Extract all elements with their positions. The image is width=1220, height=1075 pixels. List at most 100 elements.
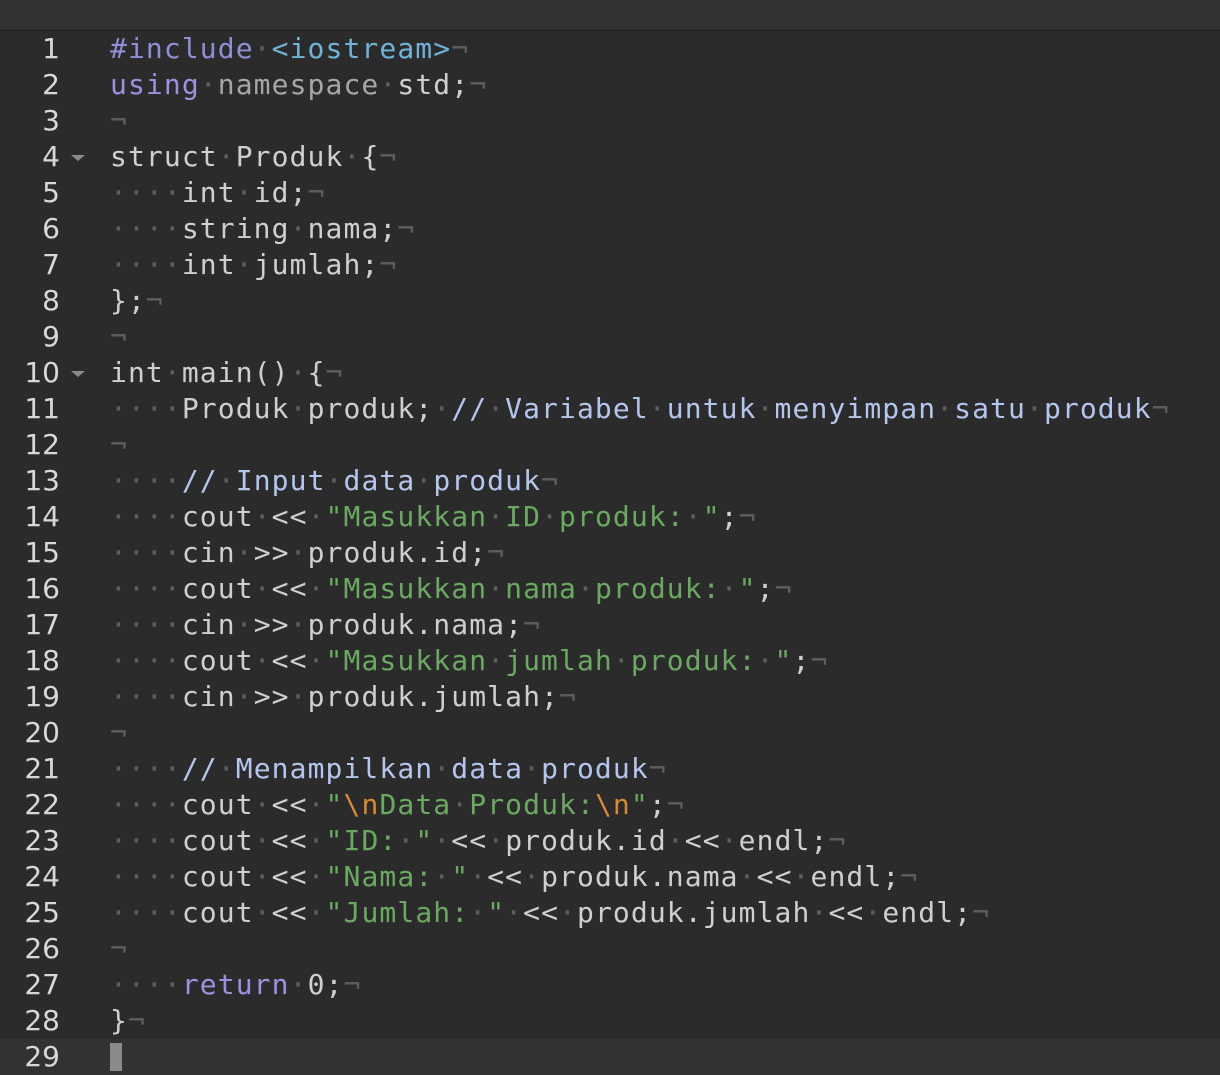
code-token: " (487, 896, 506, 929)
code-text[interactable]: }¬ (110, 1003, 146, 1039)
whitespace-marker: · (253, 572, 272, 605)
code-text[interactable]: ····cout·<<·"Nama:·"·<<·produk.nama·<<·e… (110, 859, 918, 895)
code-line[interactable]: 20 ¬ (0, 715, 1220, 751)
fold-arrow-icon[interactable] (71, 371, 85, 377)
code-token: int (181, 248, 236, 281)
whitespace-marker: · (487, 824, 506, 857)
code-line[interactable]: 14 ····cout·<<·"Masukkan·ID·produk:·";¬ (0, 499, 1220, 535)
code-line[interactable]: 3 ¬ (0, 103, 1220, 139)
code-line[interactable]: 25 ····cout·<<·"Jumlah:·"·<<·produk.jumla… (0, 895, 1220, 931)
code-text[interactable]: ····return·0;¬ (110, 967, 361, 1003)
whitespace-marker: ···· (110, 680, 182, 713)
code-line[interactable]: 16 ····cout·<<·"Masukkan·nama·produk:·";¬ (0, 571, 1220, 607)
code-text[interactable]: };¬ (110, 283, 164, 319)
code-line[interactable]: 12 ¬ (0, 427, 1220, 463)
code-line[interactable]: 2 using·namespace·std;¬ (0, 67, 1220, 103)
code-line[interactable]: 19 ····cin·>>·produk.jumlah;¬ (0, 679, 1220, 715)
whitespace-marker: · (307, 896, 326, 929)
code-text[interactable]: ····cin·>>·produk.jumlah;¬ (110, 679, 577, 715)
code-line[interactable]: 29 (0, 1039, 1220, 1075)
code-line[interactable]: 23 ····cout·<<·"ID:·"·<<·produk.id·<<·end… (0, 823, 1220, 859)
code-text[interactable]: using·namespace·std;¬ (110, 67, 487, 103)
whitespace-marker: ¬ (900, 860, 919, 893)
line-number: 3 (42, 104, 60, 137)
code-text[interactable]: #include·<iostream>¬ (110, 31, 469, 67)
code-token: int (181, 176, 236, 209)
whitespace-marker: ···· (110, 752, 182, 785)
code-text[interactable]: ····int·id;¬ (110, 175, 326, 211)
code-text[interactable]: ····int·jumlah;¬ (110, 247, 397, 283)
whitespace-marker: · (235, 680, 254, 713)
code-text[interactable]: ¬ (110, 319, 128, 355)
code-token: ; (720, 500, 739, 533)
whitespace-marker: ¬ (558, 680, 577, 713)
code-text[interactable]: ····//·Input·data·produk¬ (110, 463, 559, 499)
code-text[interactable]: ¬ (110, 427, 128, 463)
code-line[interactable]: 13 ····//·Input·data·produk¬ (0, 463, 1220, 499)
code-line[interactable]: 27 ····return·0;¬ (0, 967, 1220, 1003)
whitespace-marker: · (289, 536, 308, 569)
whitespace-marker: · (217, 464, 236, 497)
code-line[interactable]: 24 ····cout·<<·"Nama:·"·<<·produk.nama·<<… (0, 859, 1220, 895)
whitespace-marker: · (289, 968, 308, 1001)
code-token: string (181, 212, 290, 245)
whitespace-marker: ···· (110, 176, 182, 209)
code-line[interactable]: 15 ····cin·>>·produk.id;¬ (0, 535, 1220, 571)
code-token: cin (181, 608, 236, 641)
code-line[interactable]: 7 ····int·jumlah;¬ (0, 247, 1220, 283)
code-text[interactable]: ····string·nama;¬ (110, 211, 415, 247)
code-text[interactable]: struct·Produk·{¬ (110, 139, 397, 175)
code-line[interactable]: 18 ····cout·<<·"Masukkan·jumlah·produk:·"… (0, 643, 1220, 679)
code-text[interactable]: ····cout·<<·"Masukkan·ID·produk:·";¬ (110, 499, 757, 535)
whitespace-marker: ¬ (541, 464, 560, 497)
code-line[interactable]: 26 ¬ (0, 931, 1220, 967)
code-text[interactable]: int·main()·{¬ (110, 355, 344, 391)
code-text[interactable]: ····//·Menampilkan·data·produk¬ (110, 751, 667, 787)
code-line[interactable]: 9 ¬ (0, 319, 1220, 355)
fold-arrow-icon[interactable] (71, 155, 85, 161)
code-token: cout (181, 860, 254, 893)
code-token: cout (181, 824, 254, 857)
code-text[interactable]: ····cin·>>·produk.id;¬ (110, 535, 505, 571)
whitespace-marker: · (289, 392, 308, 425)
whitespace-marker: · (289, 680, 308, 713)
code-token: produk.jumlah (577, 896, 811, 929)
code-line[interactable]: 6 ····string·nama;¬ (0, 211, 1220, 247)
code-token: nama; (307, 212, 398, 245)
code-text[interactable]: ····cout·<<·"Masukkan·jumlah·produk:·";¬ (110, 643, 828, 679)
code-text[interactable]: ····cout·<<·"Jumlah:·"·<<·produk.jumlah·… (110, 895, 990, 931)
code-line[interactable]: 8};¬ (0, 283, 1220, 319)
code-line[interactable]: 21 ····//·Menampilkan·data·produk¬ (0, 751, 1220, 787)
code-line[interactable]: 22 ····cout·<<·"\nData·Produk:\n";¬ (0, 787, 1220, 823)
whitespace-marker: · (307, 644, 326, 677)
code-line[interactable]: 4 struct·Produk·{¬ (0, 139, 1220, 175)
whitespace-marker: · (289, 356, 308, 389)
code-line[interactable]: 17 ····cin·>>·produk.nama;¬ (0, 607, 1220, 643)
code-token: Produk (181, 392, 290, 425)
code-editor[interactable]: 1 #include·<iostream>¬ 2 using·namespace·st… (0, 31, 1220, 1075)
code-text[interactable]: ¬ (110, 103, 128, 139)
whitespace-marker: ¬ (648, 752, 667, 785)
code-token: Input (235, 464, 326, 497)
code-line[interactable]: 28}¬ (0, 1003, 1220, 1039)
code-text[interactable]: ····cout·<<·"ID:·"·<<·produk.id·<<·endl;… (110, 823, 846, 859)
code-text[interactable]: ····cout·<<·"Masukkan·nama·produk:·";¬ (110, 571, 793, 607)
code-line[interactable]: 10 int·main()·{¬ (0, 355, 1220, 391)
whitespace-marker: · (343, 140, 362, 173)
code-token: data (451, 752, 524, 785)
code-text[interactable]: ····cin·>>·produk.nama;¬ (110, 607, 541, 643)
line-number: 16 (24, 572, 60, 605)
code-text[interactable]: ¬ (110, 715, 128, 751)
code-line[interactable]: 1 #include·<iostream>¬ (0, 31, 1220, 67)
code-token: >> (253, 680, 290, 713)
whitespace-marker: ¬ (469, 68, 488, 101)
code-line[interactable]: 11 ····Produk·produk;·//·Variabel·untuk·m… (0, 391, 1220, 427)
code-text[interactable]: ····Produk·produk;·//·Variabel·untuk·men… (110, 391, 1170, 427)
code-line[interactable]: 5 ····int·id;¬ (0, 175, 1220, 211)
code-text[interactable]: ····cout·<<·"\nData·Produk:\n";¬ (110, 787, 685, 823)
code-token: " (415, 824, 434, 857)
code-text[interactable]: ¬ (110, 931, 128, 967)
code-token: }; (110, 284, 146, 317)
whitespace-marker: · (253, 788, 272, 821)
whitespace-marker: ···· (110, 644, 182, 677)
